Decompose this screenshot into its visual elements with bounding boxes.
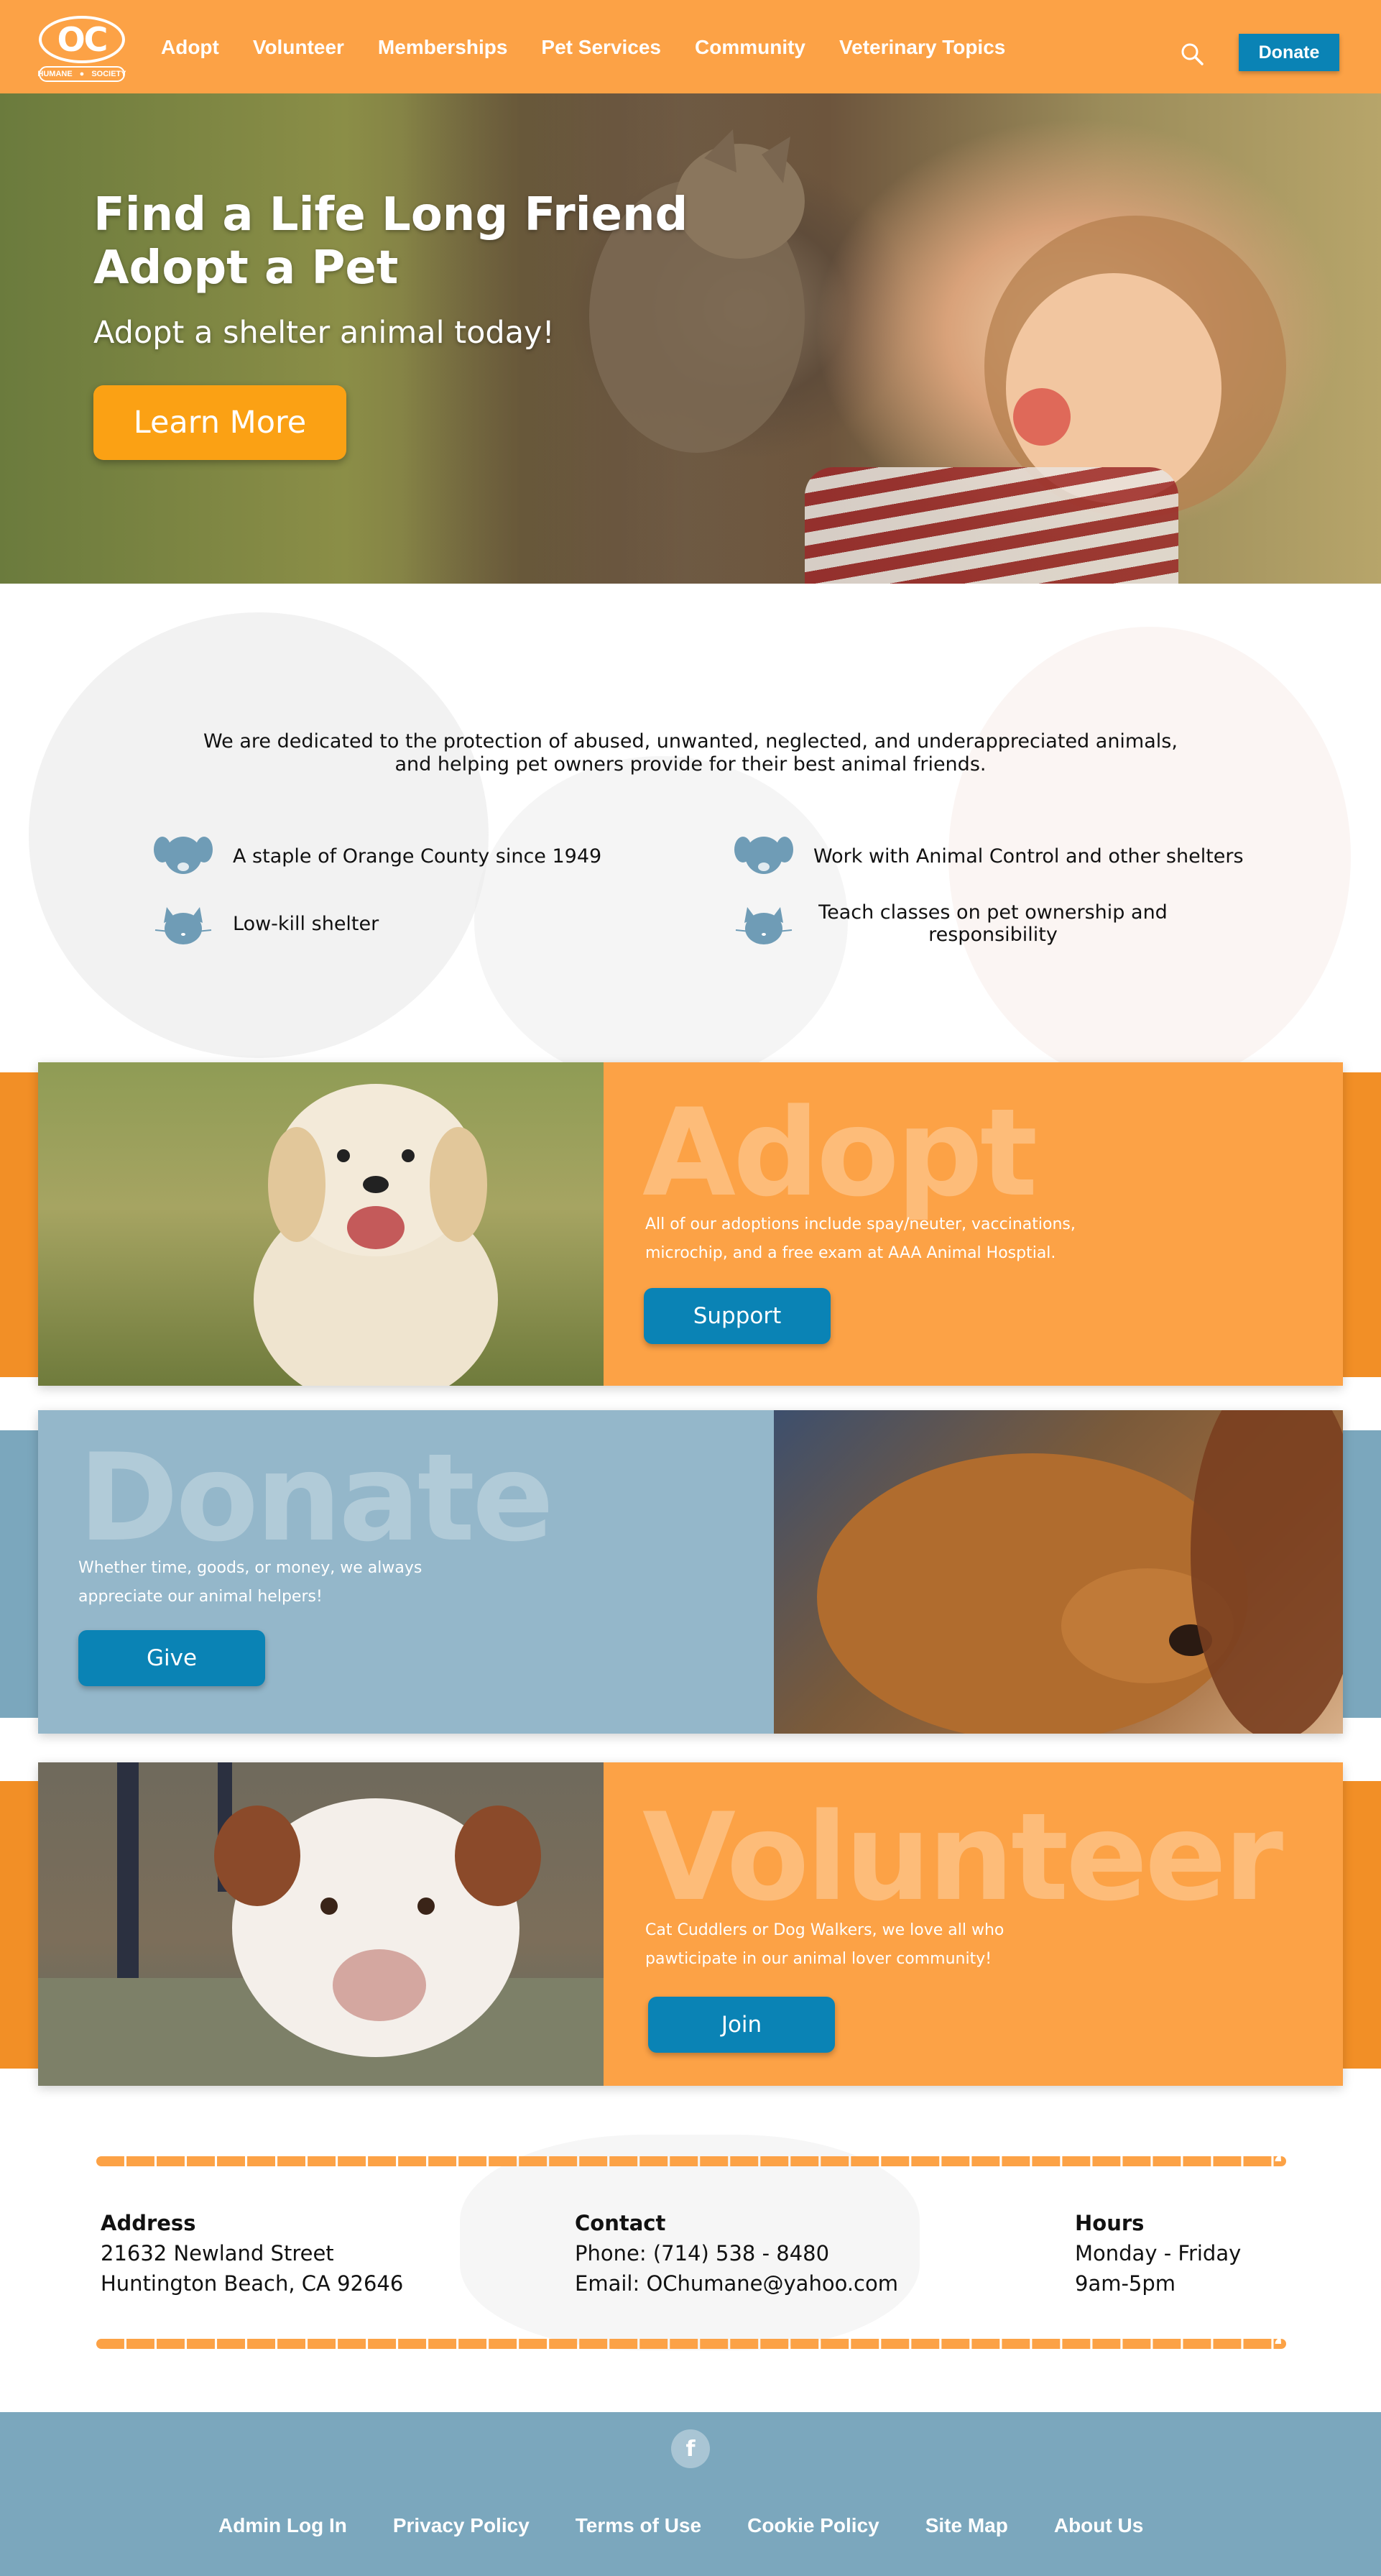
mission-statement: We are dedicated to the protection of ab… (203, 730, 1178, 776)
cat-icon (735, 907, 793, 944)
feature-teach-classes: Teach classes on pet ownership and respo… (734, 901, 1173, 946)
address-line-1: 21632 Newland Street (101, 2241, 334, 2266)
adopt-card: Adopt All of our adoptions include spay/… (38, 1062, 1343, 1386)
nav-link-veterinary-topics[interactable]: Veterinary Topics (839, 36, 1005, 59)
mission-section: We are dedicated to the protection of ab… (0, 584, 1381, 1072)
hero-title-line-1: Find a Life Long Friend (93, 188, 688, 242)
hero-photo-striped-shirt (805, 467, 1178, 584)
volunteer-card: Volunteer Cat Cuddlers or Dog Walkers, w… (38, 1762, 1343, 2086)
footer-link-privacy-policy[interactable]: Privacy Policy (393, 2514, 530, 2537)
logo-mark: OC (39, 16, 125, 63)
cat-icon (154, 907, 212, 944)
footer-link-about-us[interactable]: About Us (1054, 2514, 1143, 2537)
adopt-card-body: Adopt All of our adoptions include spay/… (604, 1062, 1343, 1386)
nav-link-pet-services[interactable]: Pet Services (541, 36, 661, 59)
donate-heading: Donate (78, 1427, 554, 1568)
feature-animal-control: Work with Animal Control and other shelt… (734, 834, 1244, 878)
volunteer-heading: Volunteer (642, 1787, 1283, 1928)
feature-since-1949: A staple of Orange County since 1949 (154, 834, 601, 878)
feature-low-kill: Low-kill shelter (154, 901, 379, 946)
join-button[interactable]: Join (648, 1997, 835, 2053)
hours-time: 9am-5pm (1075, 2271, 1176, 2296)
adopt-heading: Adopt (642, 1082, 1038, 1223)
site-footer: f Admin Log In Privacy Policy Terms of U… (0, 2412, 1381, 2576)
donate-card-body: Donate Whether time, goods, or money, we… (38, 1410, 774, 1734)
support-button[interactable]: Support (644, 1288, 831, 1344)
feature-text: A staple of Orange County since 1949 (233, 845, 602, 868)
address-block: Address 21632 Newland Street Huntington … (101, 2208, 403, 2299)
donate-button[interactable]: Donate (1239, 34, 1339, 71)
give-button[interactable]: Give (78, 1630, 265, 1686)
adopt-photo (38, 1062, 604, 1386)
dog-icon (734, 837, 793, 874)
hours-heading: Hours (1075, 2211, 1145, 2235)
donate-description: Whether time, goods, or money, we always… (78, 1559, 422, 1606)
footer-link-admin-log-in[interactable]: Admin Log In (218, 2514, 347, 2537)
footer-link-site-map[interactable]: Site Map (925, 2514, 1008, 2537)
nav-link-community[interactable]: Community (695, 36, 805, 59)
volunteer-card-body: Volunteer Cat Cuddlers or Dog Walkers, w… (604, 1762, 1343, 2086)
main-menu: Adopt Volunteer Memberships Pet Services… (161, 36, 1039, 59)
nav-link-memberships[interactable]: Memberships (378, 36, 508, 59)
nav-link-volunteer[interactable]: Volunteer (253, 36, 344, 59)
donate-card: Donate Whether time, goods, or money, we… (38, 1410, 1343, 1734)
golden-retriever-image (817, 1410, 1343, 1734)
address-line-2: Huntington Beach, CA 92646 (101, 2271, 404, 2296)
pitbull-image (38, 1762, 604, 2086)
logo-ribbon-left: HUMANE (37, 70, 73, 78)
puppy-image (254, 1084, 498, 1386)
hours-days: Monday - Friday (1075, 2241, 1242, 2266)
footer-link-cookie-policy[interactable]: Cookie Policy (747, 2514, 879, 2537)
hero-banner: Find a Life Long Friend Adopt a Pet Adop… (0, 93, 1381, 584)
footer-links: Admin Log In Privacy Policy Terms of Use… (218, 2514, 1189, 2537)
contact-heading: Contact (575, 2211, 666, 2235)
address-heading: Address (101, 2211, 196, 2235)
search-icon[interactable] (1180, 42, 1204, 66)
dashed-divider-top (96, 2156, 1286, 2166)
footer-link-terms-of-use[interactable]: Terms of Use (576, 2514, 701, 2537)
logo-ribbon: HUMANE ● SOCIETY (37, 66, 126, 82)
learn-more-button[interactable]: Learn More (93, 385, 346, 460)
dog-icon (154, 837, 213, 874)
logo-ribbon-right: SOCIETY (91, 70, 126, 78)
hero-title-line-2: Adopt a Pet (93, 242, 399, 295)
paw-icon: ● (79, 70, 85, 78)
nav-link-adopt[interactable]: Adopt (161, 36, 219, 59)
oc-humane-society-logo[interactable]: OC HUMANE ● SOCIETY (37, 16, 126, 82)
phone-number[interactable]: Phone: (714) 538 - 8480 (575, 2238, 898, 2268)
donate-photo (774, 1410, 1343, 1734)
hours-block: Hours Monday - Friday 9am-5pm (1075, 2208, 1241, 2299)
email-address[interactable]: Email: OChumane@yahoo.com (575, 2268, 898, 2299)
contact-block: Contact Phone: (714) 538 - 8480 Email: O… (575, 2208, 898, 2299)
hero-title: Find a Life Long Friend Adopt a Pet (93, 188, 688, 295)
feature-text: Work with Animal Control and other shelt… (813, 845, 1244, 868)
adopt-description: All of our adoptions include spay/neuter… (645, 1215, 1076, 1262)
hero-subtitle: Adopt a shelter animal today! (93, 315, 555, 351)
top-navigation: OC HUMANE ● SOCIETY Adopt Volunteer Memb… (0, 0, 1381, 93)
feature-text: Teach classes on pet ownership and respo… (818, 901, 1168, 946)
volunteer-photo (38, 1762, 604, 2086)
volunteer-description: Cat Cuddlers or Dog Walkers, we love all… (645, 1921, 1004, 1968)
feature-text: Low-kill shelter (233, 912, 379, 935)
facebook-icon[interactable]: f (671, 2429, 710, 2468)
dashed-divider-bottom (96, 2339, 1286, 2349)
